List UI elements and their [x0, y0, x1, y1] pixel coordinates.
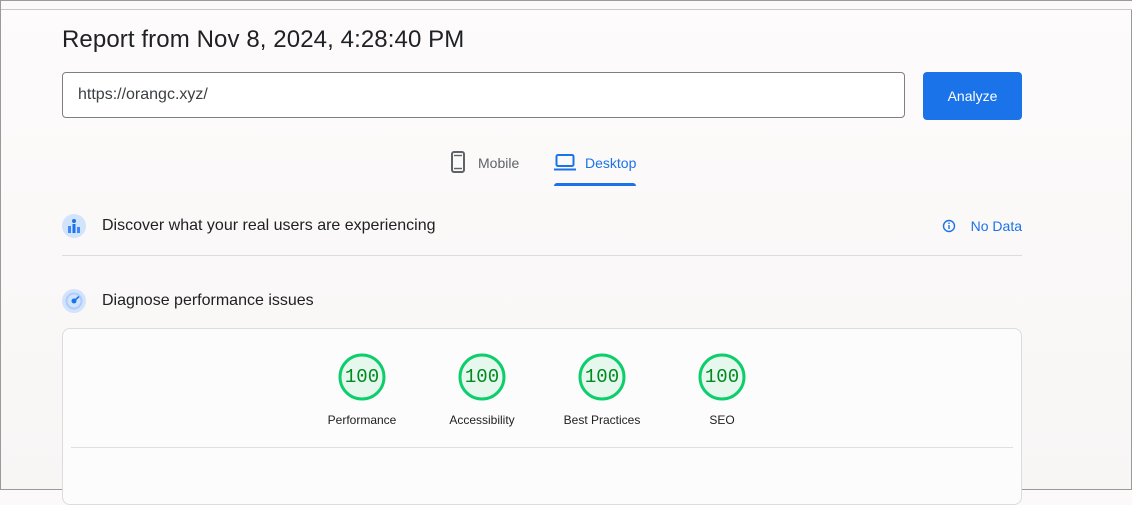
score-label: SEO — [709, 413, 735, 427]
score-ring: 100 — [698, 353, 746, 401]
score-ring: 100 — [578, 353, 626, 401]
laptop-icon — [554, 154, 576, 171]
gauge-seo[interactable]: 100 SEO — [672, 353, 772, 427]
tab-mobile[interactable]: Mobile — [447, 151, 519, 187]
gauge-performance[interactable]: 100 Performance — [312, 353, 412, 427]
score-label: Best Practices — [563, 413, 641, 427]
users-chart-icon — [62, 214, 86, 238]
score-ring: 100 — [458, 353, 506, 401]
page-title: Report from Nov 8, 2024, 4:28:40 PM — [62, 26, 465, 53]
field-data-title: Discover what your real users are experi… — [102, 217, 436, 234]
score-value: 100 — [464, 366, 500, 388]
browser-viewport: Report from Nov 8, 2024, 4:28:40 PM Anal… — [0, 0, 1132, 505]
card-divider — [71, 447, 1013, 448]
tab-desktop[interactable]: Desktop — [554, 151, 636, 187]
tab-desktop-label: Desktop — [585, 155, 637, 171]
analyze-button[interactable]: Analyze — [923, 72, 1022, 120]
no-data-label: No Data — [970, 218, 1022, 234]
lab-data-title: Diagnose performance issues — [102, 292, 314, 309]
score-value: 100 — [344, 366, 380, 388]
top-edge — [1, 1, 1132, 10]
url-input[interactable] — [62, 72, 905, 118]
score-label: Accessibility — [449, 413, 515, 427]
phone-icon — [451, 151, 465, 173]
gauge-icon — [62, 289, 86, 313]
gauge-best-practices[interactable]: 100 Best Practices — [552, 353, 652, 427]
no-data-link[interactable]: No Data — [942, 213, 1022, 239]
section-divider — [62, 255, 1022, 256]
score-value: 100 — [704, 366, 740, 388]
scores-card: 100 Performance 100 Accessibility 100 Be… — [62, 328, 1022, 505]
info-icon — [942, 219, 955, 233]
field-data-section: Discover what your real users are experi… — [62, 213, 1022, 239]
score-ring: 100 — [338, 353, 386, 401]
tab-mobile-label: Mobile — [478, 155, 520, 171]
lab-data-section: Diagnose performance issues — [62, 288, 1022, 314]
gauge-accessibility[interactable]: 100 Accessibility — [432, 353, 532, 427]
score-value: 100 — [584, 366, 620, 388]
score-label: Performance — [327, 413, 397, 427]
tab-selected-indicator — [554, 183, 636, 186]
